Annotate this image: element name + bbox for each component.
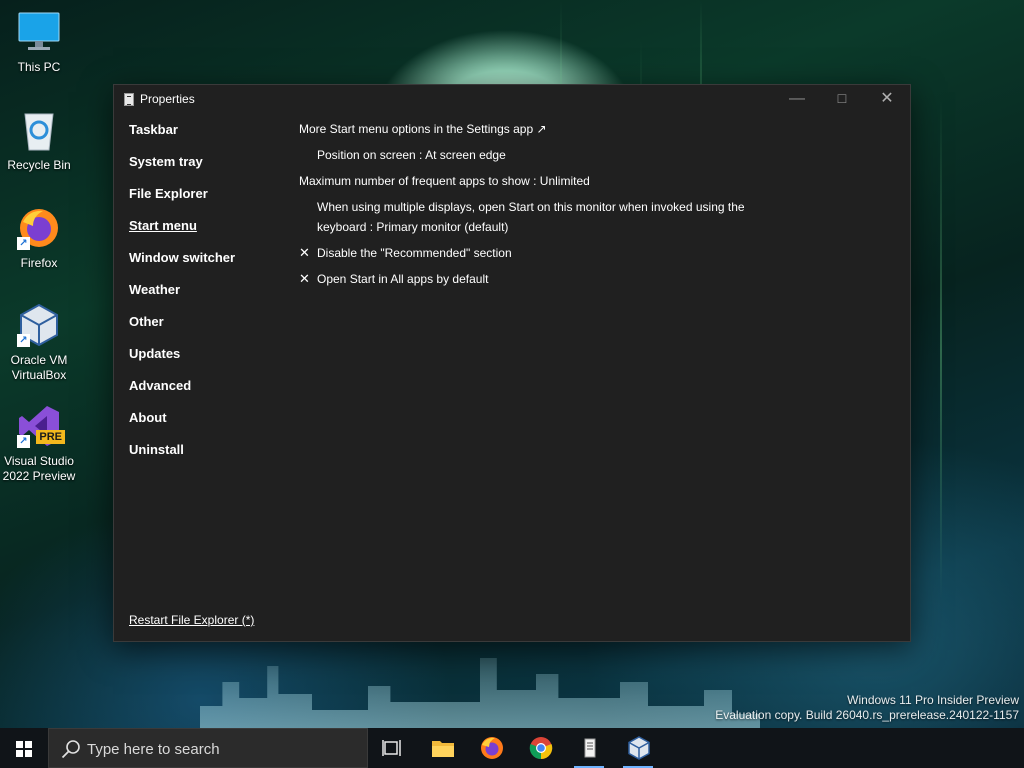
properties-window: Properties — ☐ ✕ Taskbar System tray Fil… [113,84,911,642]
firefox-icon [480,736,504,760]
virtualbox-icon [627,736,651,760]
nav-item-advanced[interactable]: Advanced [129,377,235,409]
disable-recommended-setting[interactable]: ✕ Disable the "Recommended" section [299,243,512,263]
settings-nav: Taskbar System tray File Explorer Start … [129,121,235,473]
multi-display-setting[interactable]: When using multiple displays, open Start… [317,197,747,237]
desktop-icon-label: This PC [17,60,61,74]
nav-item-window-switcher[interactable]: Window switcher [129,249,235,281]
desktop-icon-virtualbox[interactable]: ↗ Oracle VM VirtualBox [2,303,76,383]
pre-badge: PRE [36,430,65,444]
nav-item-weather[interactable]: Weather [129,281,235,313]
desktop-icon-visual-studio[interactable]: PRE ↗ Visual Studio 2022 Preview [2,404,76,484]
max-frequent-apps-setting[interactable]: Maximum number of frequent apps to show … [299,171,590,191]
shortcut-arrow-icon: ↗ [17,435,30,448]
disable-recommended-label: Disable the "Recommended" section [317,246,512,260]
shortcut-arrow-icon: ↗ [17,237,30,250]
watermark-build: Evaluation copy. Build 26040.rs_prerelea… [715,708,1019,722]
checked-icon: ✕ [299,245,310,260]
open-all-apps-setting[interactable]: ✕ Open Start in All apps by default [299,269,489,289]
nav-item-uninstall[interactable]: Uninstall [129,441,235,473]
search-icon [61,739,81,759]
taskbar-search[interactable] [48,728,368,768]
desktop-icon-label: Firefox [20,256,58,270]
desktop-icon-firefox[interactable]: ↗ Firefox [2,206,76,271]
desktop-icon-label: Recycle Bin [7,158,71,172]
desktop-icon-recycle-bin[interactable]: Recycle Bin [2,108,76,173]
chrome-icon [529,736,553,760]
shortcut-arrow-icon: ↗ [17,334,30,347]
taskbar [0,728,1024,768]
taskbar-virtualbox[interactable] [615,728,661,768]
title-bar[interactable]: Properties — ☐ ✕ [114,85,910,115]
taskbar-file-explorer[interactable] [419,728,465,768]
recycle-bin-icon [17,108,61,152]
properties-app-icon [124,93,134,106]
start-button[interactable] [0,728,48,768]
checked-icon: ✕ [299,271,310,286]
taskbar-task-view[interactable] [368,728,414,768]
taskbar-properties-app[interactable] [566,728,612,768]
nav-item-start-menu[interactable]: Start menu [129,217,235,249]
nav-item-other[interactable]: Other [129,313,235,345]
firefox-icon: ↗ [17,206,61,250]
nav-item-taskbar[interactable]: Taskbar [129,121,235,153]
open-all-apps-label: Open Start in All apps by default [317,272,489,286]
watermark-edition: Windows 11 Pro Insider Preview [847,693,1019,707]
file-explorer-icon [431,736,455,760]
windows-watermark: Windows 11 Pro Insider Preview Evaluatio… [715,693,1019,723]
virtualbox-icon: ↗ [17,303,61,347]
desktop-icon-label: Visual Studio 2022 Preview [2,454,76,483]
monitor-icon [17,10,61,54]
nav-item-updates[interactable]: Updates [129,345,235,377]
task-view-icon [380,736,404,760]
settings-app-link[interactable]: More Start menu options in the Settings … [299,119,547,139]
desktop-icon-label: Oracle VM VirtualBox [10,353,68,382]
search-input[interactable] [87,738,357,760]
properties-app-icon [578,736,602,760]
nav-item-file-explorer[interactable]: File Explorer [129,185,235,217]
restart-file-explorer-link[interactable]: Restart File Explorer (*) [129,613,254,627]
close-button[interactable]: ✕ [864,85,910,115]
maximize-button[interactable]: ☐ [819,85,865,115]
desktop-icon-this-pc[interactable]: This PC [2,10,76,75]
position-on-screen-setting[interactable]: Position on screen : At screen edge [317,145,506,165]
window-title: Properties [140,92,195,106]
visual-studio-icon: PRE ↗ [17,404,65,448]
taskbar-firefox[interactable] [468,728,514,768]
taskbar-chrome[interactable] [517,728,563,768]
nav-item-system-tray[interactable]: System tray [129,153,235,185]
nav-item-about[interactable]: About [129,409,235,441]
minimize-button[interactable]: — [774,85,820,115]
windows-logo-icon [16,741,32,757]
